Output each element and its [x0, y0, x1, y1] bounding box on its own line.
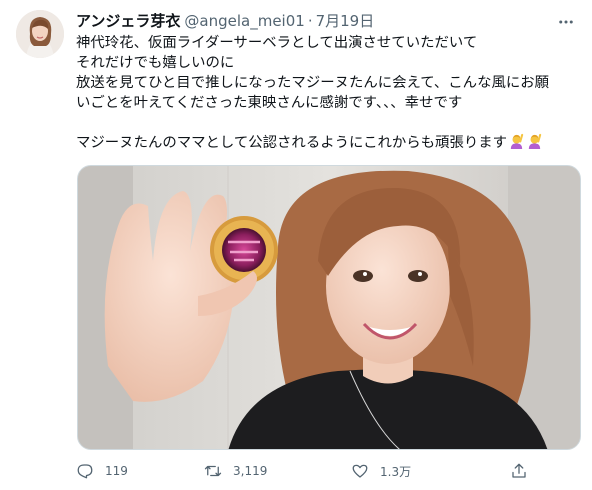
like-count: 1.3万 [380, 464, 412, 479]
retweet-button[interactable]: 3,119 [204, 459, 267, 483]
person-raising-hand-emoji [508, 133, 525, 156]
tweet-text-line-last: マジーヌたんのママとして公認されるようにこれからも頑張ります [76, 133, 581, 153]
avatar-image [16, 10, 64, 58]
tweet-text-line: 放送を見てひと目で推しになったマジーヌたんに会えて、こんな風にお願 [76, 75, 550, 91]
tweet-text-line: マジーヌたんのママとして公認されるようにこれからも頑張ります [76, 135, 508, 151]
author-name[interactable]: アンジェラ芽衣 [76, 11, 180, 31]
reply-button[interactable]: 119 [76, 459, 128, 483]
author-handle[interactable]: @angela_mei01 [184, 11, 304, 31]
reply-icon [77, 464, 93, 479]
photo-image [78, 166, 580, 449]
tweet-text-line: それだけでも嬉しいのに [76, 55, 235, 71]
tweet-photo[interactable] [77, 165, 581, 450]
heart-icon [352, 464, 368, 478]
avatar[interactable] [16, 10, 64, 58]
like-button[interactable]: 1.3万 [351, 459, 411, 483]
separator: · [307, 12, 313, 30]
reply-count: 119 [105, 464, 128, 478]
more-options-button[interactable] [554, 10, 578, 34]
retweet-icon [204, 465, 222, 477]
retweet-count: 3,119 [233, 464, 268, 478]
tweet-actions: 119 3,119 1.3万 [76, 459, 546, 483]
tweet: アンジェラ芽衣 @angela_mei01 · 7月19日 神代玲花、仮面ライダ… [0, 0, 592, 490]
tweet-date[interactable]: 7月19日 [316, 11, 375, 31]
more-icon [559, 20, 573, 24]
tweet-text-line: いごとを叶えてくださった東映さんに感謝です、、、幸せです [76, 95, 463, 111]
tweet-header: アンジェラ芽衣 @angela_mei01 · 7月19日 [76, 11, 552, 31]
share-button[interactable] [510, 459, 528, 483]
tweet-text: 神代玲花、仮面ライダーサーベラとして出演させていただいて それだけでも嬉しいのに… [76, 33, 581, 153]
tweet-text-line: 神代玲花、仮面ライダーサーベラとして出演させていただいて [76, 35, 478, 51]
share-icon [512, 463, 526, 478]
person-raising-hand-emoji [526, 133, 543, 156]
